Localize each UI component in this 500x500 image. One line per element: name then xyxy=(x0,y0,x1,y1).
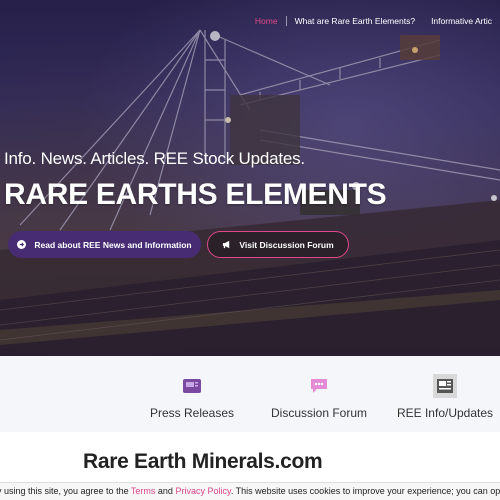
features-strip: Press Releases Discussion Forum REE Info… xyxy=(0,356,500,432)
press-releases-icon xyxy=(180,374,204,398)
cookie-text-middle: and xyxy=(155,486,176,496)
megaphone-icon xyxy=(222,240,231,249)
nav-item-home[interactable]: Home xyxy=(247,16,286,26)
nav-item-informative-articles[interactable]: Informative Artic xyxy=(423,16,500,26)
cookie-text-prefix: y using this site, you agree to the xyxy=(0,486,131,496)
arrow-right-circle-icon xyxy=(17,240,27,249)
feature-discussion-forum[interactable]: Discussion Forum xyxy=(264,374,374,420)
hero-tagline: Info. News. Articles. REE Stock Updates. xyxy=(4,149,305,168)
cookie-text-suffix: . This website uses cookies to improve y… xyxy=(230,486,500,496)
main-nav: Home What are Rare Earth Elements? Infor… xyxy=(247,16,500,26)
feature-label: Discussion Forum xyxy=(270,406,368,420)
feature-label: Press Releases xyxy=(149,406,235,420)
visit-forum-button-label: Visit Discussion Forum xyxy=(239,239,334,250)
cookie-notice-bar: y using this site, you agree to the Term… xyxy=(0,482,500,500)
feature-label: REE Info/Updates xyxy=(396,406,494,420)
read-news-button-label: Read about REE News and Information xyxy=(34,239,192,250)
chat-bubble-icon xyxy=(307,374,331,398)
nav-item-what-are-ree[interactable]: What are Rare Earth Elements? xyxy=(287,16,423,26)
terms-link[interactable]: Terms xyxy=(131,486,156,496)
newspaper-icon xyxy=(433,374,457,398)
visit-forum-button[interactable]: Visit Discussion Forum xyxy=(207,231,349,258)
site-name-heading: Rare Earth Minerals.com xyxy=(83,450,323,473)
feature-press-releases[interactable]: Press Releases xyxy=(137,374,247,420)
read-news-button[interactable]: Read about REE News and Information xyxy=(8,231,201,258)
privacy-policy-link[interactable]: Privacy Policy xyxy=(175,486,230,496)
feature-ree-info-updates[interactable]: REE Info/Updates xyxy=(390,374,500,420)
hero-section: Home What are Rare Earth Elements? Infor… xyxy=(0,0,500,356)
hero-title: RARE EARTHS ELEMENTS xyxy=(4,178,387,211)
